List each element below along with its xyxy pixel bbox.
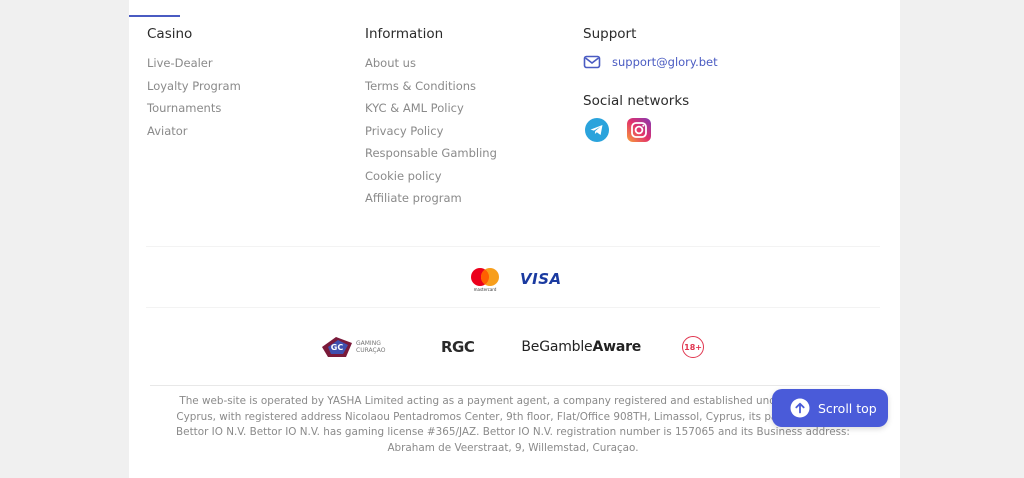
link-tournaments[interactable]: Tournaments — [147, 100, 241, 123]
arrow-up-icon — [790, 398, 810, 418]
instagram-icon[interactable] — [627, 118, 651, 142]
license-logos: GC GAMING CURAÇAO RGC BeGambleAware 18+ — [320, 333, 705, 361]
link-live-dealer[interactable]: Live-Dealer — [147, 55, 241, 78]
casino-column: Casino Live-Dealer Loyalty Program Tourn… — [147, 24, 241, 145]
rgc-logo: RGC — [441, 338, 475, 356]
social-networks-title: Social networks — [583, 93, 690, 109]
link-privacy-policy[interactable]: Privacy Policy — [365, 123, 497, 146]
support-title: Support — [583, 26, 637, 42]
link-loyalty-program[interactable]: Loyalty Program — [147, 78, 241, 101]
age-18-icon: 18+ — [682, 336, 705, 358]
link-kyc-aml-policy[interactable]: KYC & AML Policy — [365, 100, 497, 123]
support-column: Support support@glory.bet Social network… — [583, 24, 718, 142]
legal-text: The web-site is operated by YASHA Limite… — [176, 395, 850, 454]
link-terms-conditions[interactable]: Terms & Conditions — [365, 78, 497, 101]
mastercard-logo: mastercard — [470, 267, 500, 292]
gc-initials: GC — [331, 343, 344, 352]
social-icons — [585, 118, 718, 142]
bga-suffix: Aware — [592, 339, 642, 355]
link-about-us[interactable]: About us — [365, 55, 497, 78]
link-affiliate-program[interactable]: Affiliate program — [365, 190, 497, 213]
divider — [146, 246, 880, 247]
visa-logo: VISA — [520, 270, 562, 288]
information-title: Information — [365, 26, 444, 42]
divider — [146, 307, 880, 308]
support-email-row[interactable]: support@glory.bet — [583, 52, 718, 72]
age-18-label: 18+ — [684, 342, 702, 352]
information-column: Information About us Terms & Conditions … — [365, 24, 497, 213]
gaming-curacao-label: GAMING CURAÇAO — [356, 340, 386, 354]
scroll-top-button[interactable]: Scroll top — [772, 389, 888, 427]
link-responsable-gambling[interactable]: Responsable Gambling — [365, 145, 497, 168]
begambleaware-logo: BeGambleAware — [521, 339, 641, 355]
telegram-icon[interactable] — [585, 118, 609, 142]
link-aviator[interactable]: Aviator — [147, 123, 241, 146]
support-email-link[interactable]: support@glory.bet — [612, 55, 718, 69]
active-indicator — [129, 15, 180, 17]
gaming-curacao-logo: GC GAMING CURAÇAO — [320, 335, 396, 359]
mail-icon — [583, 54, 601, 70]
bga-prefix: BeGamble — [521, 339, 593, 355]
mastercard-label: mastercard — [473, 286, 497, 292]
rgc-label: RGC — [441, 338, 475, 356]
link-cookie-policy[interactable]: Cookie policy — [365, 168, 497, 191]
payment-methods: mastercard VISA — [470, 266, 562, 292]
divider — [150, 385, 850, 386]
casino-title: Casino — [147, 26, 193, 42]
scroll-top-label: Scroll top — [818, 400, 877, 416]
